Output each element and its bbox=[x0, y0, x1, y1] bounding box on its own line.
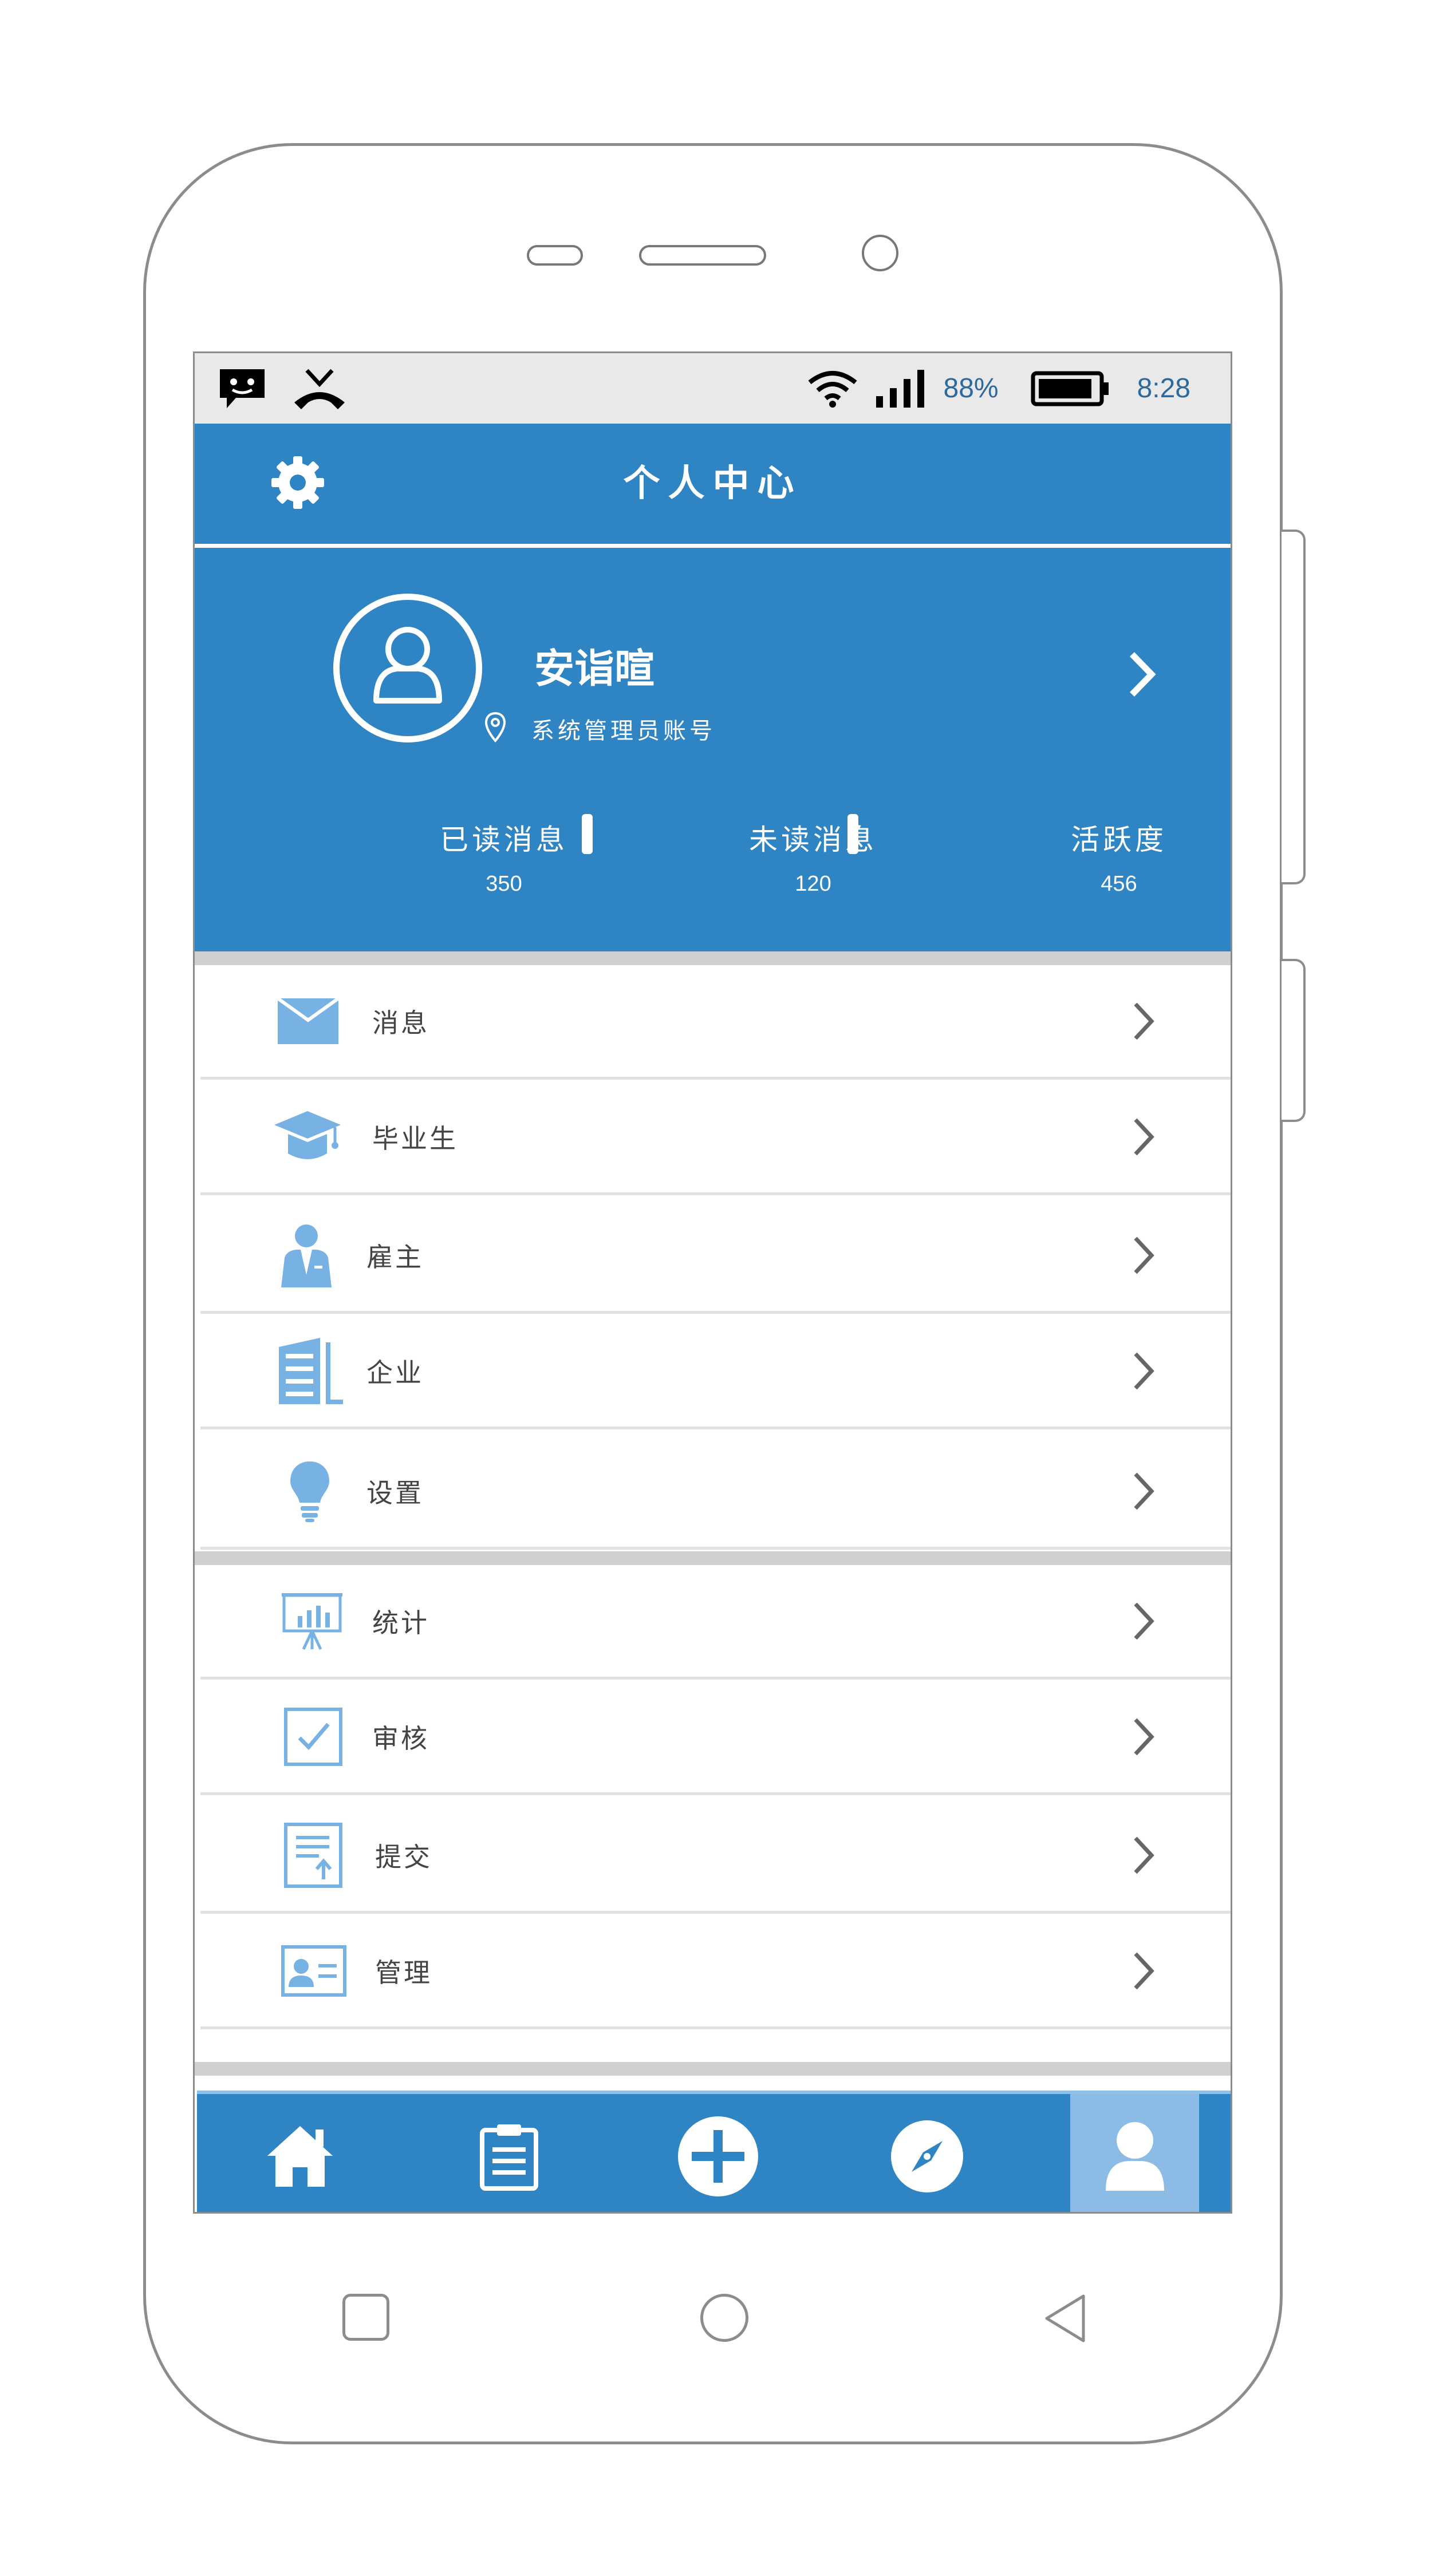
section-divider bbox=[195, 951, 1231, 965]
graduation-cap-icon bbox=[274, 1111, 341, 1159]
chevron-right-icon[interactable] bbox=[1125, 649, 1160, 700]
stat-label: 已读消息 bbox=[440, 823, 568, 856]
chevron-right-icon bbox=[1134, 1352, 1154, 1389]
envelope-icon bbox=[278, 998, 338, 1044]
chevron-right-icon bbox=[1134, 1002, 1154, 1040]
menu-label: 审核 bbox=[372, 1722, 429, 1754]
stat-divider bbox=[847, 814, 858, 854]
avatar[interactable] bbox=[333, 594, 482, 742]
stat-value: 120 bbox=[795, 872, 831, 896]
earpiece bbox=[639, 245, 766, 266]
volume-button bbox=[1282, 530, 1306, 884]
stat-read-messages[interactable]: 已读消息 350 bbox=[401, 817, 607, 896]
stat-label: 活跃度 bbox=[1071, 823, 1167, 856]
tab-tasks[interactable] bbox=[452, 2094, 566, 2212]
menu-item-settings[interactable]: 设置 bbox=[200, 1435, 1231, 1550]
signal-icon bbox=[876, 369, 924, 408]
menu-label: 毕业生 bbox=[372, 1123, 458, 1154]
document-upload-icon bbox=[284, 1822, 342, 1888]
compass-icon bbox=[891, 2120, 963, 2192]
stat-value: 456 bbox=[1101, 872, 1137, 896]
front-camera bbox=[862, 235, 898, 271]
menu-label: 企业 bbox=[366, 1357, 424, 1388]
chevron-right-icon bbox=[1134, 1952, 1154, 1989]
plus-icon bbox=[678, 2116, 758, 2196]
clock: 8:28 bbox=[1137, 373, 1190, 404]
section-divider bbox=[195, 1551, 1231, 1565]
menu-label: 消息 bbox=[372, 1007, 429, 1038]
tab-discover[interactable] bbox=[870, 2094, 984, 2212]
checkbox-icon bbox=[284, 1707, 342, 1766]
tab-home[interactable] bbox=[243, 2094, 357, 2212]
back-button[interactable] bbox=[1042, 2293, 1088, 2344]
stat-value: 350 bbox=[486, 872, 522, 896]
building-icon bbox=[279, 1337, 343, 1404]
message-icon bbox=[220, 369, 265, 408]
menu-item-review[interactable]: 审核 bbox=[200, 1681, 1231, 1795]
header-divider bbox=[195, 544, 1231, 548]
menu-item-submit[interactable]: 提交 bbox=[200, 1799, 1231, 1914]
presentation-chart-icon bbox=[282, 1593, 342, 1650]
status-right: 88% 8:28 bbox=[806, 353, 1190, 424]
stat-divider bbox=[582, 814, 593, 854]
wifi-icon bbox=[808, 370, 857, 408]
chevron-right-icon bbox=[1134, 1118, 1154, 1155]
menu-label: 设置 bbox=[366, 1477, 424, 1508]
chevron-right-icon bbox=[1134, 1836, 1154, 1874]
chevron-right-icon bbox=[1134, 1472, 1154, 1510]
missed-call-icon bbox=[294, 369, 345, 409]
user-avatar-icon bbox=[373, 627, 442, 704]
stat-label: 未读消息 bbox=[749, 823, 877, 856]
menu-label: 雇主 bbox=[366, 1241, 424, 1273]
tab-add[interactable] bbox=[661, 2094, 775, 2212]
battery-percent: 88% bbox=[943, 373, 999, 404]
screen: 88% 8:28 个人中心 安诣暄 系统管理员账号 已读消息 350 未读消息 … bbox=[193, 351, 1232, 2214]
chevron-right-icon bbox=[1134, 1718, 1154, 1755]
clipboard-icon bbox=[480, 2124, 538, 2191]
user-role: 系统管理员账号 bbox=[531, 718, 716, 744]
battery-icon bbox=[1031, 371, 1109, 406]
home-icon bbox=[267, 2126, 333, 2187]
section-divider bbox=[195, 2062, 1231, 2076]
stat-activity[interactable]: 活跃度 456 bbox=[1016, 817, 1222, 896]
menu-item-messages[interactable]: 消息 bbox=[200, 965, 1231, 1080]
id-card-icon bbox=[281, 1945, 346, 1997]
menu-item-statistics[interactable]: 统计 bbox=[200, 1565, 1231, 1680]
chevron-right-icon bbox=[1134, 1236, 1154, 1274]
lightbulb-icon bbox=[290, 1461, 329, 1522]
chevron-right-icon bbox=[1134, 1602, 1154, 1639]
tab-profile[interactable] bbox=[1070, 2094, 1199, 2212]
menu-item-graduates[interactable]: 毕业生 bbox=[200, 1081, 1231, 1195]
user-icon bbox=[1105, 2122, 1164, 2191]
power-button bbox=[1282, 959, 1306, 1122]
location-pin-icon bbox=[484, 712, 506, 743]
user-name: 安诣暄 bbox=[534, 645, 655, 692]
page-title: 个人中心 bbox=[623, 463, 802, 505]
menu-item-manage[interactable]: 管理 bbox=[200, 1915, 1231, 2029]
stat-unread-messages[interactable]: 未读消息 120 bbox=[710, 817, 916, 896]
employer-icon bbox=[281, 1224, 332, 1287]
app-header: 个人中心 bbox=[195, 424, 1231, 544]
menu-item-enterprise[interactable]: 企业 bbox=[200, 1315, 1231, 1429]
menu-label: 提交 bbox=[375, 1841, 432, 1872]
recent-apps-button[interactable] bbox=[342, 2294, 389, 2341]
bottom-tab-bar bbox=[197, 2091, 1231, 2212]
sensor bbox=[527, 245, 583, 266]
menu-label: 管理 bbox=[375, 1957, 432, 1988]
home-button[interactable] bbox=[700, 2294, 748, 2342]
profile-card[interactable]: 安诣暄 系统管理员账号 已读消息 350 未读消息 120 活跃度 456 bbox=[195, 548, 1231, 951]
menu-item-employer[interactable]: 雇主 bbox=[200, 1199, 1231, 1314]
status-bar: 88% 8:28 bbox=[195, 353, 1231, 424]
menu-label: 统计 bbox=[372, 1607, 429, 1638]
